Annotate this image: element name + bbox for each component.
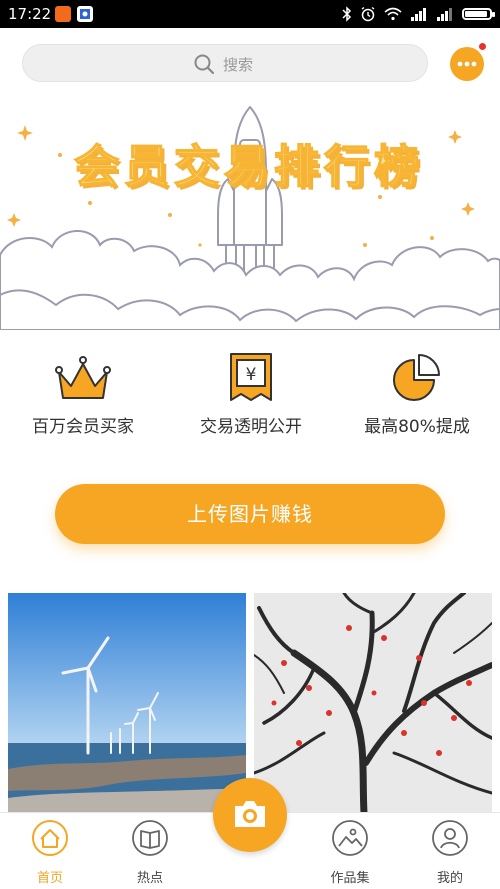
unread-badge bbox=[479, 43, 486, 50]
home-icon bbox=[32, 820, 68, 856]
wifi-icon bbox=[384, 7, 402, 21]
signal-icon bbox=[437, 8, 452, 21]
feature-members: 百万会员买家 bbox=[3, 350, 163, 437]
gallery-photo-card[interactable] bbox=[8, 593, 246, 813]
book-icon bbox=[132, 820, 168, 856]
bluetooth-icon bbox=[342, 6, 352, 22]
alarm-icon bbox=[361, 6, 375, 22]
notification-app-icon bbox=[77, 6, 93, 22]
status-bar: 17:22 bbox=[0, 0, 500, 28]
tab-label: 热点 bbox=[136, 871, 163, 886]
feature-transparency: ¥ 交易透明公开 bbox=[171, 350, 331, 437]
tab-label: 作品集 bbox=[330, 871, 370, 886]
search-bar[interactable]: 搜索 bbox=[22, 44, 428, 82]
banner-title: 会员交易排行榜 bbox=[73, 139, 424, 194]
tab-mine[interactable]: 我的 bbox=[410, 819, 490, 886]
message-button[interactable] bbox=[450, 43, 486, 81]
camera-button[interactable] bbox=[213, 778, 287, 852]
gallery-photo-card[interactable] bbox=[254, 593, 492, 813]
chat-bubble-icon bbox=[457, 61, 477, 67]
feature-label: 最高80%提成 bbox=[364, 417, 470, 437]
tab-portfolio[interactable]: 作品集 bbox=[310, 819, 390, 886]
tab-label: 首页 bbox=[36, 871, 63, 886]
notification-app-icon bbox=[55, 6, 71, 22]
gallery-icon bbox=[332, 820, 368, 856]
signal-icon bbox=[411, 8, 426, 21]
tab-hot[interactable]: 热点 bbox=[110, 819, 190, 886]
status-time: 17:22 bbox=[8, 5, 52, 23]
crown-icon bbox=[55, 356, 111, 399]
feature-commission: 最高80%提成 bbox=[337, 350, 497, 437]
search-icon bbox=[194, 54, 215, 75]
upload-photo-button[interactable]: 上传图片赚钱 bbox=[55, 484, 445, 544]
tab-label: 我的 bbox=[436, 871, 463, 886]
feature-label: 百万会员买家 bbox=[32, 417, 134, 437]
search-placeholder: 搜索 bbox=[223, 55, 254, 74]
pie-chart-icon bbox=[393, 354, 440, 401]
snowy-tree-photo bbox=[254, 593, 492, 813]
battery-icon bbox=[462, 8, 495, 20]
camera-icon bbox=[235, 801, 265, 827]
wind-turbines-photo bbox=[8, 593, 246, 813]
svg-text:¥: ¥ bbox=[246, 365, 257, 385]
receipt-yen-icon: ¥ bbox=[230, 353, 272, 401]
user-icon bbox=[432, 820, 468, 856]
tab-home[interactable]: 首页 bbox=[10, 819, 90, 886]
feature-label: 交易透明公开 bbox=[200, 417, 302, 437]
